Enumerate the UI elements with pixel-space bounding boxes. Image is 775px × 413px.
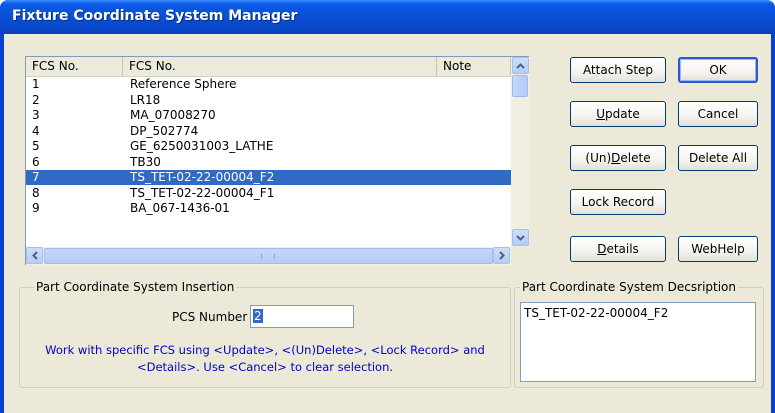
fcs-number-cell: 6 [32, 154, 40, 169]
table-row[interactable]: 1 Reference Sphere [26, 77, 511, 92]
grip-icon [261, 254, 275, 259]
fcs-number-cell: 3 [32, 108, 40, 122]
chevron-up-icon [516, 62, 525, 69]
scroll-up-button[interactable] [512, 57, 529, 74]
description-field[interactable]: TS_TET-02-22-00004_F2 [520, 302, 756, 382]
table-row[interactable]: 2 LR18 [26, 93, 511, 108]
column-header-note[interactable]: Note [437, 57, 511, 77]
window-title: Fixture Coordinate System Manager [12, 8, 298, 24]
table-row[interactable]: 9 BA_067-1436-01 [26, 201, 511, 216]
insertion-group-label: Part Coordinate System Insertion [34, 280, 237, 294]
lock-record-button[interactable]: Lock Record [570, 189, 666, 215]
scrollbar-corner [511, 247, 529, 265]
fcs-number-cell: 1 [32, 77, 40, 91]
fcs-name-cell: TS_TET-02-22-00004_F1 [130, 185, 275, 200]
title-bar[interactable]: Fixture Coordinate System Manager [0, 0, 775, 34]
table-row[interactable]: 3 MA_07008270 [26, 108, 511, 123]
fcs-name-cell: LR18 [130, 92, 161, 107]
column-header-fcs-name[interactable]: FCS No. [123, 57, 437, 77]
fcs-number-cell: 4 [32, 123, 40, 138]
fcs-name-cell: BA_067-1436-01 [130, 201, 230, 215]
details-button[interactable]: Details [570, 236, 666, 262]
vertical-scrollbar[interactable] [511, 57, 529, 247]
fcs-name-cell: TS_TET-02-22-00004_F2 [130, 170, 275, 184]
vertical-scroll-thumb[interactable] [512, 75, 528, 97]
scroll-down-button[interactable] [512, 229, 529, 246]
instructions-text: Work with specific FCS using <Update>, <… [45, 343, 485, 374]
column-header-fcs-no[interactable]: FCS No. [26, 57, 123, 77]
fcs-number-cell: 8 [32, 185, 40, 200]
fcs-number-cell: 5 [32, 139, 40, 153]
delete-all-button[interactable]: Delete All [678, 145, 758, 171]
fcs-name-cell: GE_6250031003_LATHE [130, 139, 274, 153]
fcs-number-cell: 7 [32, 170, 40, 184]
list-header: FCS No. FCS No. Note [26, 57, 511, 77]
table-row[interactable]: 8 TS_TET-02-22-00004_F1 [26, 186, 511, 201]
attach-step-button[interactable]: Attach Step [570, 57, 666, 83]
list-rows: 1 Reference Sphere 2 LR18 3 MA_07008270 4 DP_50… [26, 77, 511, 247]
fcs-name-cell: Reference Sphere [130, 77, 237, 91]
chevron-left-icon [31, 251, 38, 260]
update-button[interactable]: Update [570, 101, 666, 127]
fcs-number-cell: 2 [32, 92, 40, 107]
pcs-number-input[interactable]: 2 [250, 305, 354, 328]
fcs-name-cell: DP_502774 [130, 123, 199, 138]
fcs-name-cell: MA_07008270 [130, 108, 216, 122]
scroll-right-button[interactable] [493, 247, 510, 264]
fcs-list[interactable]: FCS No. FCS No. Note 1 Reference Sphere 2 L… [25, 56, 529, 265]
table-row[interactable]: 7 TS_TET-02-22-00004_F2 [26, 170, 511, 185]
chevron-right-icon [498, 251, 505, 260]
fcs-number-cell: 9 [32, 201, 40, 215]
ok-button[interactable]: OK [678, 57, 758, 83]
cancel-button[interactable]: Cancel [678, 101, 758, 127]
webhelp-button[interactable]: WebHelp [678, 236, 758, 262]
fcs-name-cell: TB30 [130, 154, 161, 169]
scroll-left-button[interactable] [26, 247, 43, 264]
table-row[interactable]: 6 TB30 [26, 155, 511, 170]
table-row[interactable]: 4 DP_502774 [26, 124, 511, 139]
chevron-down-icon [516, 234, 525, 241]
undelete-button[interactable]: (Un)Delete [570, 145, 666, 171]
description-group-label: Part Coordinate System Decsription [520, 280, 739, 294]
table-row[interactable]: 5 GE_6250031003_LATHE [26, 139, 511, 154]
horizontal-scrollbar[interactable] [26, 247, 511, 265]
horizontal-scroll-thumb[interactable] [44, 248, 493, 264]
pcs-number-value: 2 [253, 309, 263, 323]
